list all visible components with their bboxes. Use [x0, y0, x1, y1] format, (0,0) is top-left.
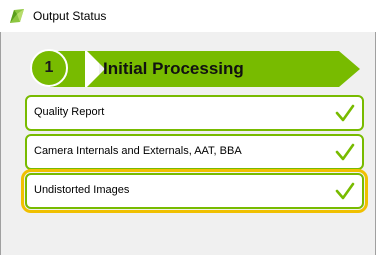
- title-bar: Output Status: [0, 0, 376, 32]
- status-item-label: Undistorted Images: [34, 184, 130, 196]
- status-item-label: Camera Internals and Externals, AAT, BBA: [34, 145, 242, 157]
- step-header-banner[interactable]: 1 Initial Processing: [25, 47, 361, 91]
- status-item-quality-report[interactable]: Quality Report: [25, 95, 364, 131]
- step-title: Initial Processing: [103, 59, 244, 78]
- check-icon: [335, 181, 355, 201]
- app-logo-icon: [9, 8, 25, 24]
- status-item-undistorted-images[interactable]: Undistorted Images: [21, 169, 368, 213]
- step-number: 1: [44, 59, 54, 76]
- window-title: Output Status: [33, 9, 107, 23]
- status-item-camera-internals[interactable]: Camera Internals and Externals, AAT, BBA: [25, 134, 364, 170]
- panel-left-border: [0, 32, 1, 255]
- check-icon: [335, 103, 355, 123]
- check-icon: [335, 142, 355, 162]
- status-item-label: Quality Report: [34, 106, 105, 118]
